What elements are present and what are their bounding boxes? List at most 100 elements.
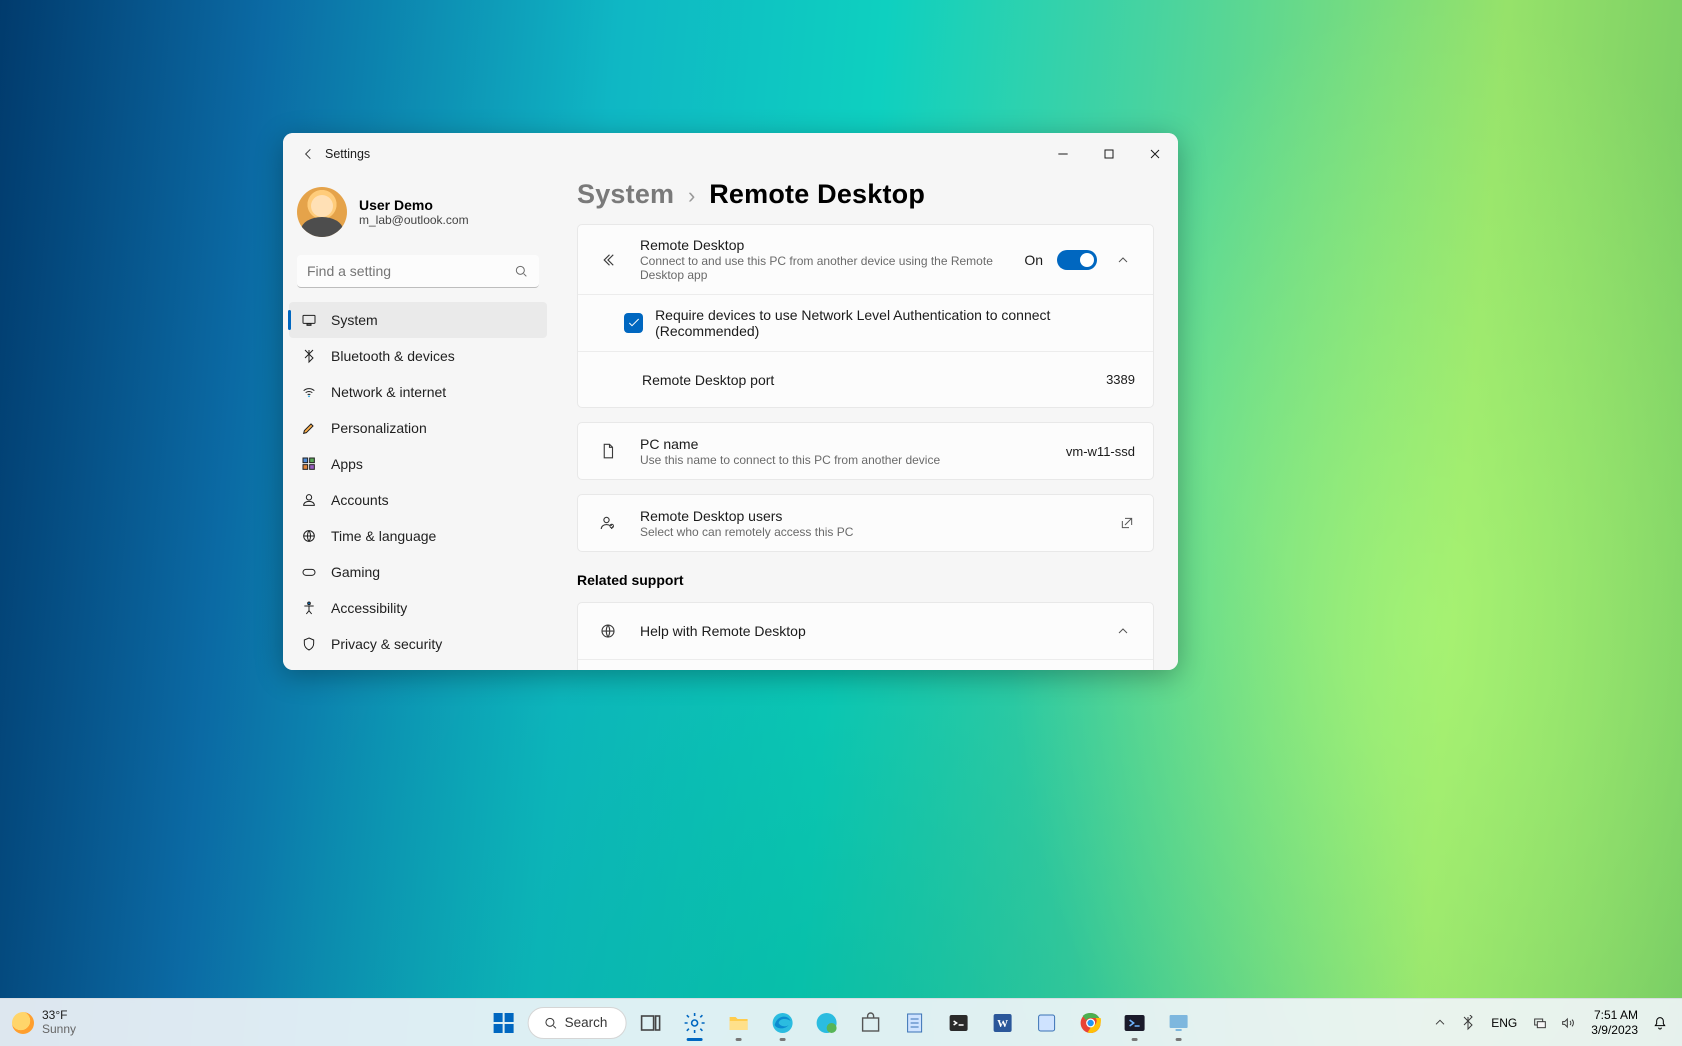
taskbar-app-edge-canary[interactable] [806, 1003, 846, 1043]
nav-accounts[interactable]: Accounts [289, 482, 547, 518]
users-icon [596, 511, 620, 535]
bluetooth-icon [301, 348, 317, 364]
gamepad-icon [301, 564, 317, 580]
remote-desktop-icon [596, 248, 620, 272]
taskbar-app-powershell[interactable] [1114, 1003, 1154, 1043]
help-title: Help with Remote Desktop [640, 623, 1111, 639]
taskbar-app-terminal[interactable] [938, 1003, 978, 1043]
expand-button[interactable] [1111, 248, 1135, 272]
users-subtitle: Select who can remotely access this PC [640, 525, 1119, 539]
taskbar-app-chrome[interactable] [1070, 1003, 1110, 1043]
taskbar-app-monitor[interactable] [1158, 1003, 1198, 1043]
tray-bluetooth-icon[interactable] [1457, 1012, 1479, 1034]
back-button[interactable] [295, 140, 323, 168]
notification-button[interactable] [1650, 1013, 1670, 1033]
remote-desktop-header-row[interactable]: Remote Desktop Connect to and use this P… [578, 225, 1153, 294]
search-icon [513, 263, 529, 279]
settings-window: Settings User Demo m_lab@outlook.com [283, 133, 1178, 670]
nav-apps[interactable]: Apps [289, 446, 547, 482]
nav-windows-update[interactable]: Windows Update [289, 662, 547, 670]
clock-date: 3/9/2023 [1591, 1023, 1638, 1037]
language-indicator[interactable]: ENG [1485, 1012, 1523, 1034]
rd-title: Remote Desktop [640, 237, 1024, 253]
title-bar: Settings [283, 133, 1178, 175]
port-value: 3389 [1106, 372, 1135, 387]
tray-overflow[interactable] [1429, 1012, 1451, 1034]
nav-list: System Bluetooth & devices Network & int… [283, 294, 553, 670]
nav-label: Accounts [331, 492, 389, 508]
wifi-icon [301, 384, 317, 400]
taskbar-app-edge[interactable] [762, 1003, 802, 1043]
taskbar-app-notepad[interactable] [894, 1003, 934, 1043]
taskbar-app-generic[interactable] [1026, 1003, 1066, 1043]
chevron-right-icon: › [688, 183, 696, 208]
nav-personalization[interactable]: Personalization [289, 410, 547, 446]
pc-name-card: PC name Use this name to connect to this… [577, 422, 1154, 480]
task-view-button[interactable] [630, 1003, 670, 1043]
minimize-button[interactable] [1040, 133, 1086, 175]
users-title: Remote Desktop users [640, 508, 1119, 524]
document-icon [596, 439, 620, 463]
clock-time: 7:51 AM [1594, 1008, 1638, 1022]
window-title: Settings [325, 147, 370, 161]
remote-desktop-toggle[interactable] [1057, 250, 1097, 270]
nav-label: Bluetooth & devices [331, 348, 455, 364]
rd-users-row[interactable]: Remote Desktop users Select who can remo… [578, 495, 1153, 551]
sun-icon [12, 1012, 34, 1034]
popout-icon [1119, 515, 1135, 531]
nav-bluetooth[interactable]: Bluetooth & devices [289, 338, 547, 374]
nav-label: Personalization [331, 420, 427, 436]
taskbar-app-word[interactable]: W [982, 1003, 1022, 1043]
globe-help-icon [596, 619, 620, 643]
nav-privacy[interactable]: Privacy & security [289, 626, 547, 662]
remote-desktop-card: Remote Desktop Connect to and use this P… [577, 224, 1154, 408]
start-button[interactable] [484, 1003, 524, 1043]
person-icon [301, 492, 317, 508]
sidebar: User Demo m_lab@outlook.com System Bluet… [283, 133, 553, 670]
taskbar-app-settings[interactable] [674, 1003, 714, 1043]
nav-label: Privacy & security [331, 636, 442, 652]
related-support-card: Help with Remote Desktop Setting up remo… [577, 602, 1154, 670]
nla-row[interactable]: Require devices to use Network Level Aut… [578, 294, 1153, 351]
taskbar-clock[interactable]: 7:51 AM 3/9/2023 [1585, 1004, 1644, 1041]
nav-accessibility[interactable]: Accessibility [289, 590, 547, 626]
taskbar-app-explorer[interactable] [718, 1003, 758, 1043]
search-input[interactable] [297, 255, 539, 288]
account-info[interactable]: User Demo m_lab@outlook.com [283, 181, 553, 247]
breadcrumb-root[interactable]: System [577, 179, 674, 209]
nav-label: Time & language [331, 528, 436, 544]
nav-network[interactable]: Network & internet [289, 374, 547, 410]
help-with-rd-row[interactable]: Help with Remote Desktop [578, 603, 1153, 659]
pc-name-row[interactable]: PC name Use this name to connect to this… [578, 423, 1153, 479]
maximize-button[interactable] [1086, 133, 1132, 175]
nav-time-language[interactable]: Time & language [289, 518, 547, 554]
close-button[interactable] [1132, 133, 1178, 175]
breadcrumb: System › Remote Desktop [577, 179, 1154, 210]
globe-clock-icon [301, 528, 317, 544]
taskbar-app-store[interactable] [850, 1003, 890, 1043]
toggle-state-label: On [1024, 252, 1043, 268]
nav-label: Accessibility [331, 600, 407, 616]
rd-users-card: Remote Desktop users Select who can remo… [577, 494, 1154, 552]
avatar [297, 187, 347, 237]
tray-network-icon[interactable] [1529, 1012, 1551, 1034]
nav-label: Apps [331, 456, 363, 472]
nla-checkbox[interactable] [624, 313, 643, 333]
apps-icon [301, 456, 317, 472]
taskbar-center: Search W [484, 1003, 1199, 1043]
search-label: Search [565, 1015, 608, 1030]
expand-button[interactable] [1111, 619, 1135, 643]
weather-temp: 33°F [42, 1009, 76, 1022]
accessibility-icon [301, 600, 317, 616]
nav-label: Network & internet [331, 384, 446, 400]
user-display-name: User Demo [359, 197, 469, 213]
setup-remote-desktop-link[interactable]: Setting up remote desktop [578, 659, 1153, 670]
taskbar-search[interactable]: Search [528, 1007, 627, 1039]
pcname-subtitle: Use this name to connect to this PC from… [640, 453, 1066, 467]
rd-port-row: Remote Desktop port 3389 [578, 351, 1153, 407]
nav-system[interactable]: System [289, 302, 547, 338]
tray-volume-icon[interactable] [1557, 1012, 1579, 1034]
taskbar-weather[interactable]: 33°F Sunny [6, 1009, 76, 1035]
shield-icon [301, 636, 317, 652]
nav-gaming[interactable]: Gaming [289, 554, 547, 590]
